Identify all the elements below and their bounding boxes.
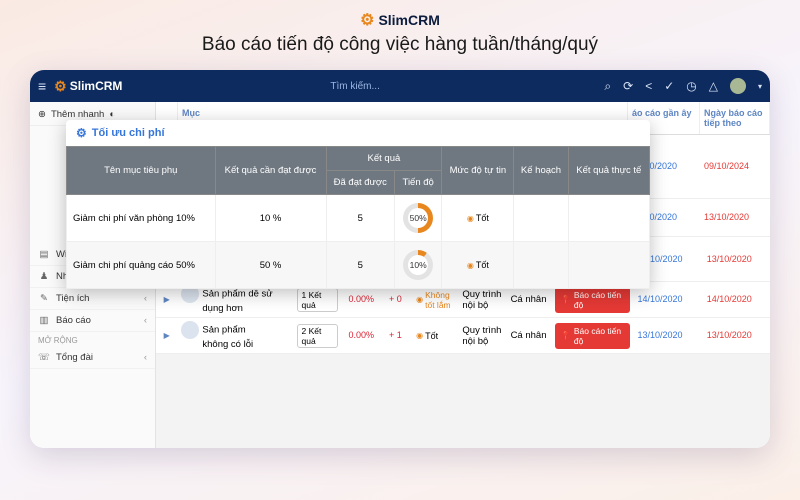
th-prog: Tiến độ [395,171,442,195]
sidebar-item-util[interactable]: ✎ Tiện ích ‹ [30,288,155,310]
th-actual: Kết quả thực tế [568,147,649,195]
report-icon: ▥ [38,315,50,326]
sidebar-item-label: Tổng đài [56,352,93,363]
hero-title: Báo cáo tiến độ công việc hàng tuần/thán… [0,34,800,56]
avatar [181,321,199,339]
sidebar-item-label: Tiện ích [56,293,89,304]
sidebar-section: MỞ RỘNG [30,332,155,347]
popover-title: ⚙ Tối ưu chi phí [66,120,650,146]
search-icon[interactable]: ⌕ [604,79,611,94]
th-plan: Kế hoạch [514,147,568,195]
result-badge[interactable]: 2 Kết quả [297,324,338,348]
app-window: ≡ ⚙SlimCRM Tìm kiếm... ⌕ ⟳ < ✓ ◷ △ ▾ ⊕ T… [30,70,770,448]
menu-icon[interactable]: ≡ [38,78,46,94]
clock-icon[interactable]: ◷ [686,79,696,93]
hero-logo: ⚙SlimCRM [360,10,440,30]
confidence-badge: Tốt [467,213,489,223]
app-logo[interactable]: ⚙SlimCRM [54,78,122,95]
sidebar-item-label: Báo cáo [56,315,91,326]
search-input[interactable]: Tìm kiếm... [330,81,379,92]
th-conf: Mức độ tự tin [442,147,514,195]
expand-icon[interactable]: ▶ [156,329,177,342]
phone-icon: ☏ [38,352,50,363]
popover-row[interactable]: Giảm chi phí quảng cáo 50% 50 % 5 10% Tố… [67,242,650,289]
share-icon[interactable]: < [645,79,652,93]
bell-icon[interactable]: △ [709,79,718,93]
expand-icon[interactable]: ▶ [156,293,177,306]
report-button[interactable]: Báo cáo tiến độ [555,287,630,313]
col-tiep[interactable]: Ngày báo cáo tiếp theo [700,102,770,134]
confidence-badge: Không tốt lắm [416,290,454,310]
th-sub: Tên mục tiêu phụ [67,147,216,195]
result-badge[interactable]: 1 Kết quả [297,288,338,312]
progress-donut: 10% [403,250,433,280]
avatar[interactable] [730,78,746,94]
confidence-badge: Tốt [416,331,438,341]
report-button[interactable]: Báo cáo tiến độ [555,323,630,349]
gear-icon: ⚙ [54,78,67,95]
refresh-icon[interactable]: ⟳ [623,79,633,93]
detail-popover: ⚙ Tối ưu chi phí Tên mục tiêu phụ Kết qu… [66,120,650,289]
th-target: Kết quả cần đạt được [215,147,326,195]
sidebar-item-report[interactable]: ▥ Báo cáo ‹ [30,310,155,332]
wiki-icon: ▤ [38,249,50,260]
plus-icon: ⊕ [38,109,46,120]
chevron-left-icon: ‹ [144,293,147,304]
util-icon: ✎ [38,293,50,304]
topbar: ≡ ⚙SlimCRM Tìm kiếm... ⌕ ⟳ < ✓ ◷ △ ▾ [30,70,770,102]
chevron-down-icon[interactable]: ▾ [758,82,762,91]
th-result: Kết quả [326,147,442,171]
check-icon[interactable]: ✓ [664,79,674,93]
table-row[interactable]: ▶ Sản phẩmkhông có lỗi 2 Kết quả 0.00% +… [156,318,770,354]
gear-icon: ⚙ [360,10,374,30]
staff-icon: ♟ [38,271,50,282]
confidence-badge: Tốt [467,260,489,270]
chevron-left-icon: ‹ [144,352,147,363]
gear-icon: ⚙ [76,126,87,140]
sidebar-item-pbx[interactable]: ☏ Tổng đài ‹ [30,347,155,369]
progress-donut: 50% [403,203,433,233]
chevron-left-icon: ‹ [144,315,147,326]
popover-row[interactable]: Giảm chi phí văn phòng 10% 10 % 5 50% Tố… [67,195,650,242]
th-reach: Đã đạt được [326,171,395,195]
popover-table: Tên mục tiêu phụ Kết quả cần đạt được Kế… [66,146,650,289]
help-icon[interactable]: ◐ [109,109,115,120]
